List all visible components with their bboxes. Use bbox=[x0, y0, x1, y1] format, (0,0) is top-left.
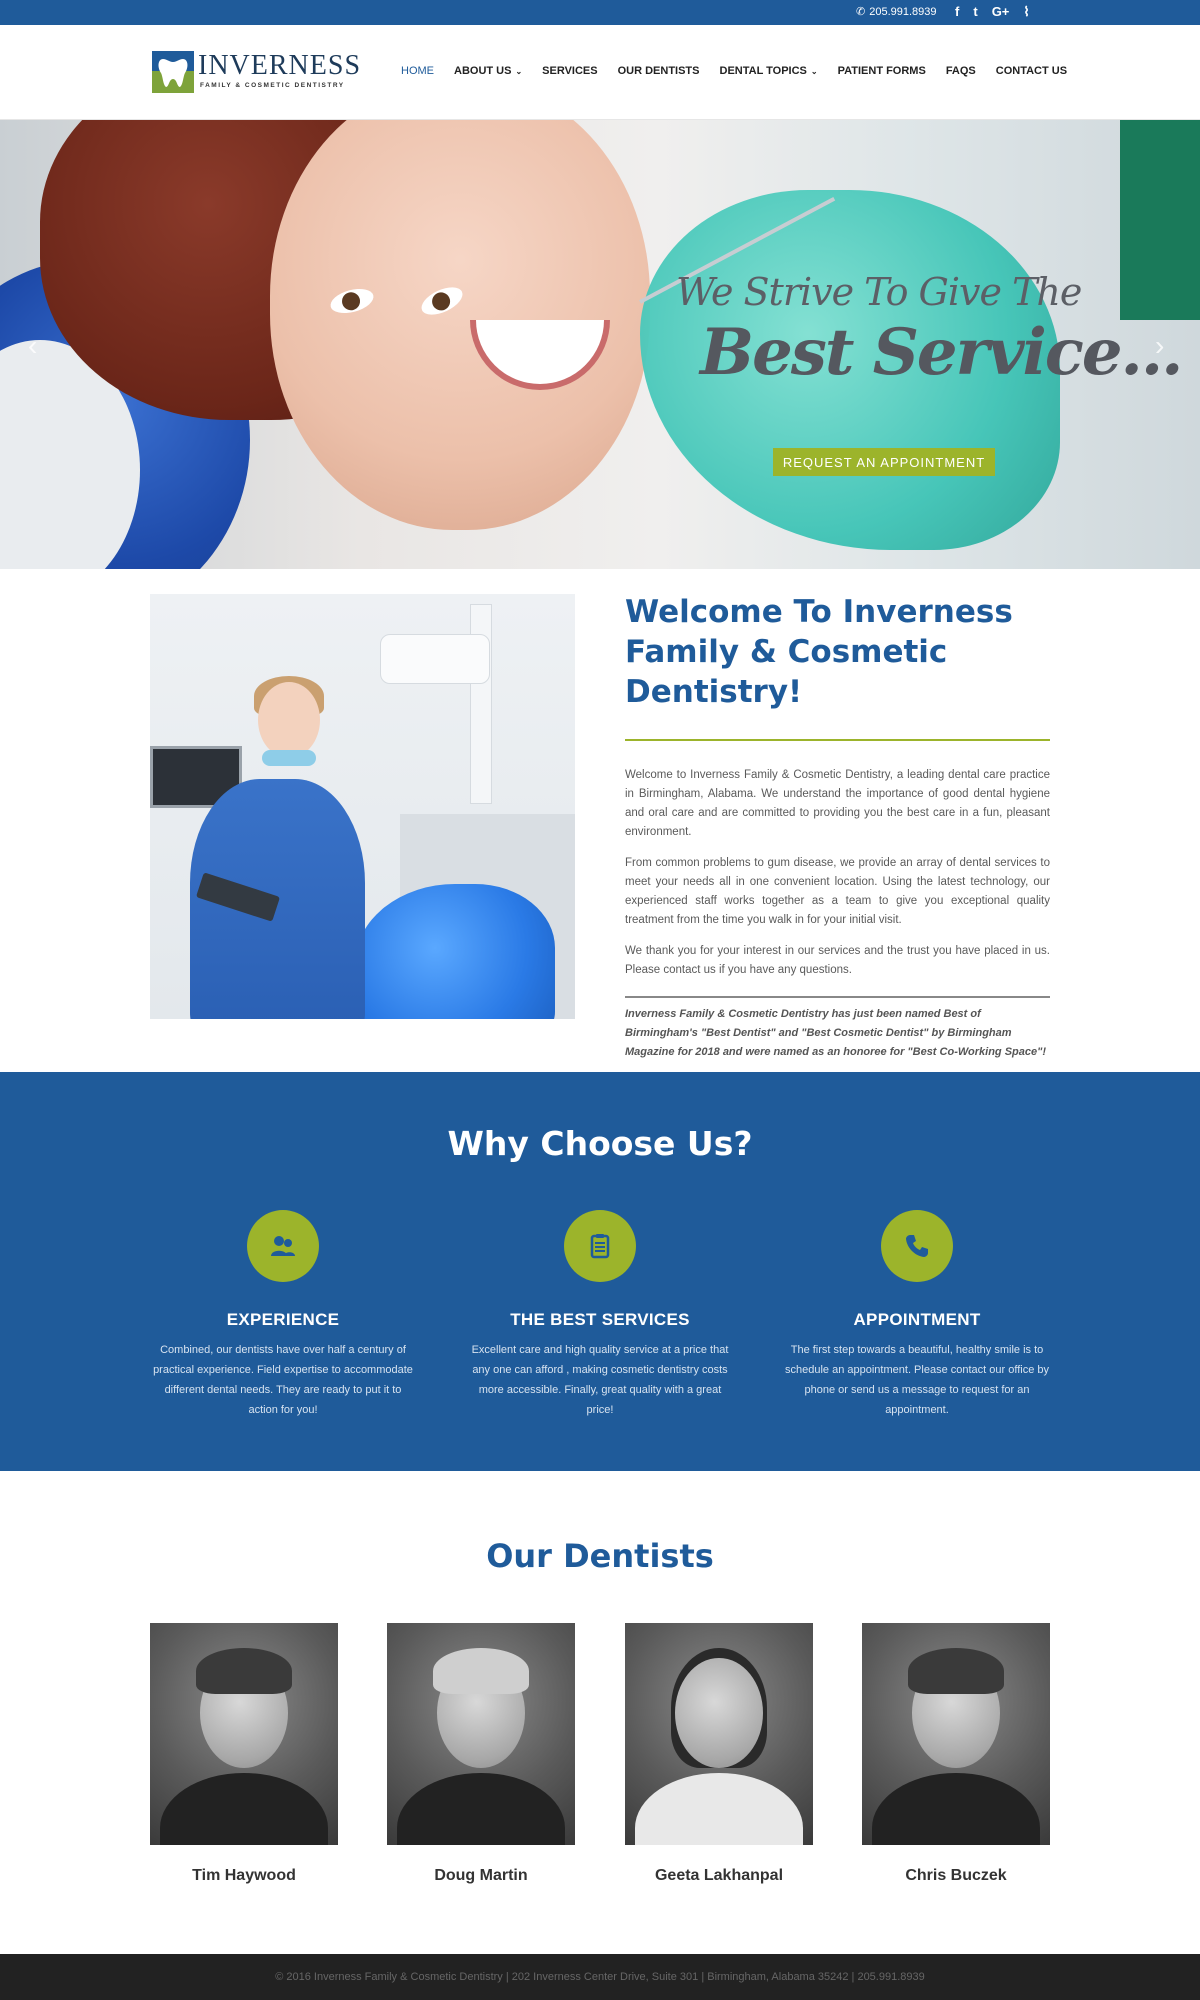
dentist-card[interactable]: Chris Buczek bbox=[862, 1623, 1050, 1885]
nav-home[interactable]: HOME bbox=[401, 65, 434, 77]
dentist-photo bbox=[387, 1623, 575, 1845]
photo-body bbox=[160, 1773, 328, 1845]
users-icon bbox=[271, 1236, 295, 1256]
welcome-photo bbox=[150, 594, 575, 1019]
logo-name: INVERNESS bbox=[198, 50, 362, 81]
phone-icon bbox=[906, 1235, 928, 1257]
welcome-paragraph: From common problems to gum disease, we … bbox=[625, 857, 1050, 926]
nav-label: OUR DENTISTS bbox=[617, 65, 700, 77]
dentist-photo bbox=[150, 1623, 338, 1845]
nav-services[interactable]: SERVICES bbox=[542, 65, 597, 77]
nav-about-us[interactable]: ABOUT US ⌄ bbox=[454, 65, 522, 77]
award-note: Inverness Family & Cosmetic Dentistry ha… bbox=[625, 1008, 1046, 1058]
why-choose-us-section: Why Choose Us? EXPERIENCE Combined, our … bbox=[0, 1072, 1200, 1471]
welcome-divider bbox=[625, 739, 1050, 741]
slider-prev-arrow-icon[interactable]: ‹ bbox=[28, 330, 37, 362]
nav-label: HOME bbox=[401, 65, 434, 77]
chevron-down-icon: ⌄ bbox=[515, 66, 523, 76]
site-logo[interactable]: INVERNESS FAMILY & COSMETIC DENTISTRY bbox=[152, 49, 360, 97]
feature-title: APPOINTMENT bbox=[853, 1310, 981, 1329]
feature-icon-circle bbox=[564, 1210, 636, 1282]
hero-slider: We Strive To Give The Best Service... RE… bbox=[0, 120, 1200, 569]
phone-icon: ✆ bbox=[856, 6, 866, 18]
feature-best-services: THE BEST SERVICES Excellent care and hig… bbox=[466, 1210, 734, 1420]
logo-tagline: FAMILY & COSMETIC DENTISTRY bbox=[200, 82, 345, 89]
hero-headline-line2: Best Service... bbox=[700, 315, 1183, 390]
dentist-name: Chris Buczek bbox=[905, 1867, 1007, 1884]
why-title: Why Choose Us? bbox=[447, 1124, 753, 1163]
dentist-card[interactable]: Tim Haywood bbox=[150, 1623, 338, 1885]
nav-label: FAQS bbox=[945, 65, 976, 77]
dentist-name: Geeta Lakhanpal bbox=[654, 1867, 784, 1884]
footer-text: © 2016 Inverness Family & Cosmetic Denti… bbox=[275, 1971, 925, 1983]
welcome-paragraph: We thank you for your interest in our se… bbox=[625, 945, 1050, 976]
feature-icon-circle bbox=[881, 1210, 953, 1282]
main-nav: HOME ABOUT US ⌄ SERVICES OUR DENTISTS DEN… bbox=[401, 65, 1067, 77]
feature-text: The first step towards a beautiful, heal… bbox=[785, 1344, 1049, 1416]
feature-text: Excellent care and high quality service … bbox=[471, 1344, 729, 1416]
chevron-down-icon: ⌄ bbox=[810, 66, 818, 76]
dentist-photo bbox=[862, 1623, 1050, 1845]
top-phone[interactable]: ✆ 205.991.8939 bbox=[856, 5, 937, 19]
photo-hair bbox=[908, 1648, 1004, 1694]
facebook-icon[interactable]: f bbox=[955, 3, 959, 21]
photo-body bbox=[397, 1773, 565, 1845]
welcome-body: Welcome to Inverness Family & Cosmetic D… bbox=[625, 766, 1050, 992]
hero-bg-wall bbox=[1120, 120, 1200, 320]
nav-patient-forms[interactable]: PATIENT FORMS bbox=[838, 65, 926, 77]
site-footer: © 2016 Inverness Family & Cosmetic Denti… bbox=[0, 1954, 1200, 2000]
request-appointment-button[interactable]: REQUEST AN APPOINTMENT bbox=[773, 448, 995, 476]
top-phone-number: 205.991.8939 bbox=[869, 5, 937, 18]
nav-dental-topics[interactable]: DENTAL TOPICS ⌄ bbox=[720, 65, 818, 77]
dentist-photo bbox=[625, 1623, 813, 1845]
photo-face bbox=[258, 682, 320, 758]
photo-dental-chair bbox=[355, 884, 555, 1019]
social-links: f t G+ ⌇ bbox=[955, 3, 1030, 21]
dentists-title: Our Dentists bbox=[486, 1537, 714, 1575]
award-divider bbox=[625, 996, 1050, 998]
dentist-card[interactable]: Doug Martin bbox=[387, 1623, 575, 1885]
photo-body bbox=[635, 1773, 803, 1845]
nav-label: PATIENT FORMS bbox=[837, 65, 926, 77]
nav-label: ABOUT US bbox=[454, 65, 512, 77]
slider-next-arrow-icon[interactable]: › bbox=[1155, 330, 1164, 362]
dentist-card[interactable]: Geeta Lakhanpal bbox=[625, 1623, 813, 1885]
photo-hair bbox=[196, 1648, 292, 1694]
nav-faqs[interactable]: FAQS bbox=[946, 65, 976, 77]
feature-text: Combined, our dentists have over half a … bbox=[153, 1344, 413, 1416]
tooth-logo-icon bbox=[152, 51, 194, 93]
google-plus-icon[interactable]: G+ bbox=[992, 3, 1010, 21]
feature-experience: EXPERIENCE Combined, our dentists have o… bbox=[149, 1210, 417, 1420]
nav-label: CONTACT US bbox=[995, 65, 1068, 77]
hero-headline-line1: We Strive To Give The bbox=[676, 270, 1082, 314]
nav-label: SERVICES bbox=[542, 65, 598, 77]
welcome-title: Welcome To Inverness Family & Cosmetic D… bbox=[625, 594, 1013, 710]
feature-title: THE BEST SERVICES bbox=[510, 1310, 690, 1329]
rss-icon[interactable]: ⌇ bbox=[1023, 3, 1029, 21]
twitter-icon[interactable]: t bbox=[973, 3, 977, 21]
feature-appointment: APPOINTMENT The first step towards a bea… bbox=[783, 1210, 1051, 1420]
dentist-name: Doug Martin bbox=[434, 1867, 528, 1884]
site-header: INVERNESS FAMILY & COSMETIC DENTISTRY HO… bbox=[0, 25, 1200, 120]
photo-mask bbox=[262, 750, 316, 766]
top-bar: ✆ 205.991.8939 f t G+ ⌇ bbox=[0, 0, 1200, 25]
photo-hair bbox=[433, 1648, 529, 1694]
nav-label: DENTAL TOPICS bbox=[719, 65, 807, 77]
feature-icon-circle bbox=[247, 1210, 319, 1282]
dentist-name: Tim Haywood bbox=[192, 1867, 296, 1884]
photo-body bbox=[872, 1773, 1040, 1845]
welcome-paragraph: Welcome to Inverness Family & Cosmetic D… bbox=[625, 769, 1050, 838]
clipboard-icon bbox=[590, 1234, 610, 1259]
nav-our-dentists[interactable]: OUR DENTISTS bbox=[618, 65, 700, 77]
photo-lamp bbox=[380, 634, 490, 684]
nav-contact-us[interactable]: CONTACT US bbox=[996, 65, 1067, 77]
photo-head bbox=[675, 1658, 763, 1768]
feature-title: EXPERIENCE bbox=[226, 1310, 340, 1329]
